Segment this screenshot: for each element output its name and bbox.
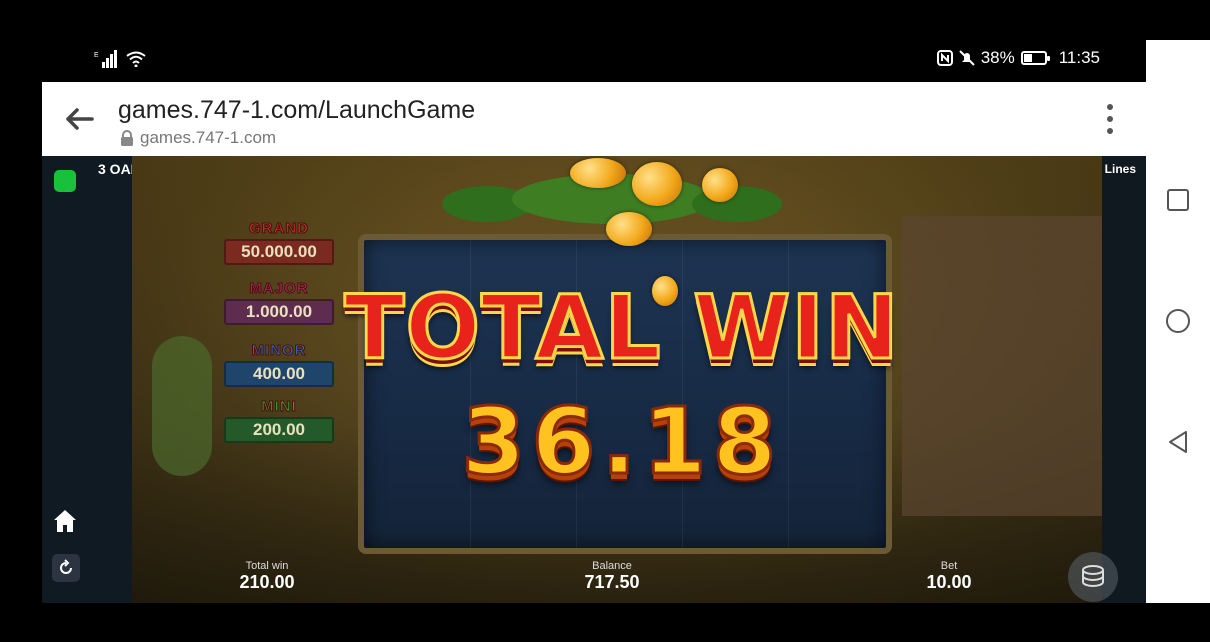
jackpot-mini: MINI 200.00 <box>224 398 334 443</box>
coin-decoration <box>606 212 652 246</box>
total-win-title: TOTAL WIN <box>343 276 900 379</box>
total-win-label: Total win <box>245 560 289 572</box>
domain-text: games.747-1.com <box>140 128 277 147</box>
jackpot-major-label: MAJOR <box>249 280 309 298</box>
back-triangle-icon[interactable] <box>1164 428 1192 456</box>
coin-stack-icon <box>1082 565 1104 587</box>
status-indicator <box>54 170 76 192</box>
nfc-icon <box>936 50 953 66</box>
home-circle-icon[interactable] <box>1164 307 1192 335</box>
more-menu-icon[interactable] <box>1104 104 1116 134</box>
jackpot-grand-label: GRAND <box>249 220 309 238</box>
bet-value: 10.00 <box>926 572 972 592</box>
coin-decoration <box>632 162 682 206</box>
status-right: 38% 11:35 <box>936 48 1100 68</box>
reload-icon <box>60 559 72 574</box>
reload-button[interactable] <box>52 554 80 582</box>
balance-value: 717.50 <box>584 572 640 592</box>
jackpot-minor-value: 400.00 <box>224 361 334 387</box>
jackpot-grand-value: 50.000.00 <box>224 239 334 265</box>
jackpot-mini-value: 200.00 <box>224 417 334 443</box>
android-nav-bar <box>1146 40 1210 603</box>
hud-total-win: Total win 210.00 <box>192 560 342 593</box>
clock: 11:35 <box>1058 48 1100 67</box>
hud-bet[interactable]: Bet 10.00 <box>874 560 1024 593</box>
back-arrow-icon[interactable] <box>62 104 96 134</box>
win-amount: 36.18 <box>460 388 783 495</box>
svg-text:E: E <box>94 52 99 59</box>
game-viewport[interactable]: 3 OAKS 20 Lines GRAND 50.000.00 MAJOR 1.… <box>42 156 1146 603</box>
jackpot-grand: GRAND 50.000.00 <box>224 220 334 265</box>
jackpot-major-value: 1.000.00 <box>224 299 334 325</box>
hud-balance: Balance 717.50 <box>537 560 687 593</box>
slot-scene: GRAND 50.000.00 MAJOR 1.000.00 MINOR 400… <box>132 156 1102 603</box>
battery-percent: 38% <box>980 48 1015 67</box>
total-win-value: 210.00 <box>239 572 295 592</box>
coin-decoration <box>702 168 738 202</box>
jackpot-minor: MINOR 400.00 <box>224 342 334 387</box>
coin-decoration <box>570 158 626 188</box>
jackpot-mini-label: MINI <box>261 398 297 416</box>
lock-icon <box>121 130 133 146</box>
status-left: E <box>94 50 146 68</box>
jackpot-minor-label: MINOR <box>251 342 307 360</box>
browser-toolbar: games.747-1.com/LaunchGame games.747-1.c… <box>42 82 1146 156</box>
battery-fill <box>1023 54 1033 62</box>
url-text[interactable]: games.747-1.com/LaunchGame <box>118 96 475 125</box>
mute-icon <box>958 50 975 66</box>
recent-apps-icon[interactable] <box>1164 186 1192 214</box>
signal-icon: E <box>94 50 117 68</box>
status-bar: E 38% 11:35 <box>0 40 1146 82</box>
side-rail <box>42 156 132 603</box>
building-decoration <box>902 216 1102 516</box>
bet-label: Bet <box>940 560 958 572</box>
jackpot-major: MAJOR 1.000.00 <box>224 280 334 325</box>
wifi-icon <box>126 51 146 67</box>
url-domain: games.747-1.com <box>120 128 276 148</box>
bet-stack-button[interactable] <box>1068 552 1118 602</box>
battery-icon <box>1020 51 1050 65</box>
home-icon[interactable] <box>52 508 78 534</box>
balance-label: Balance <box>592 560 632 572</box>
cactus-decoration <box>152 336 212 476</box>
